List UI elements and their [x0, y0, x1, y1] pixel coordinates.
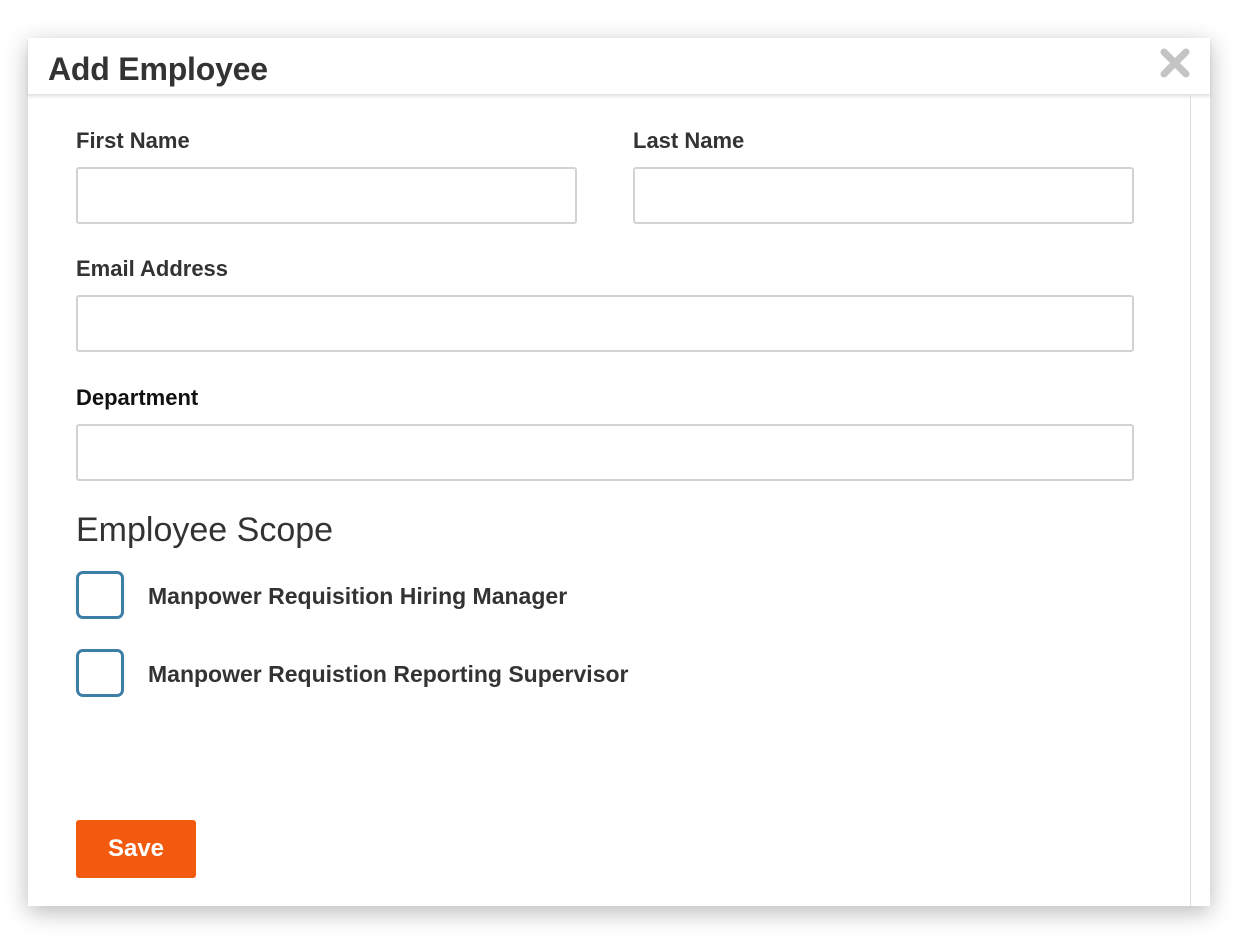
email-input[interactable]	[76, 295, 1134, 352]
last-name-input[interactable]	[633, 167, 1134, 224]
email-label: Email Address	[76, 256, 229, 281]
dialog-header: Add Employee	[28, 38, 1210, 95]
hiring-manager-label: Manpower Requisition Hiring Manager	[148, 583, 568, 609]
dialog-title: Add Employee	[48, 51, 268, 87]
first-name-label: First Name	[76, 128, 190, 153]
hiring-manager-option[interactable]: Manpower Requisition Hiring Manager	[76, 571, 776, 619]
reporting-supervisor-label: Manpower Requistion Reporting Supervisor	[148, 661, 629, 687]
close-button[interactable]	[1158, 46, 1192, 80]
close-icon	[1160, 48, 1190, 78]
reporting-supervisor-option[interactable]: Manpower Requistion Reporting Supervisor	[76, 649, 776, 697]
scrollbar-track[interactable]	[1190, 95, 1191, 906]
add-employee-dialog: Add Employee First Name Last Name Email …	[28, 38, 1210, 906]
hiring-manager-checkbox[interactable]	[76, 571, 124, 619]
reporting-supervisor-checkbox[interactable]	[76, 649, 124, 697]
save-button[interactable]: Save	[76, 820, 196, 878]
department-label: Department	[76, 385, 199, 410]
first-name-input[interactable]	[76, 167, 577, 224]
department-input[interactable]	[76, 424, 1134, 481]
employee-scope-heading: Employee Scope	[76, 511, 334, 549]
last-name-label: Last Name	[633, 128, 745, 153]
